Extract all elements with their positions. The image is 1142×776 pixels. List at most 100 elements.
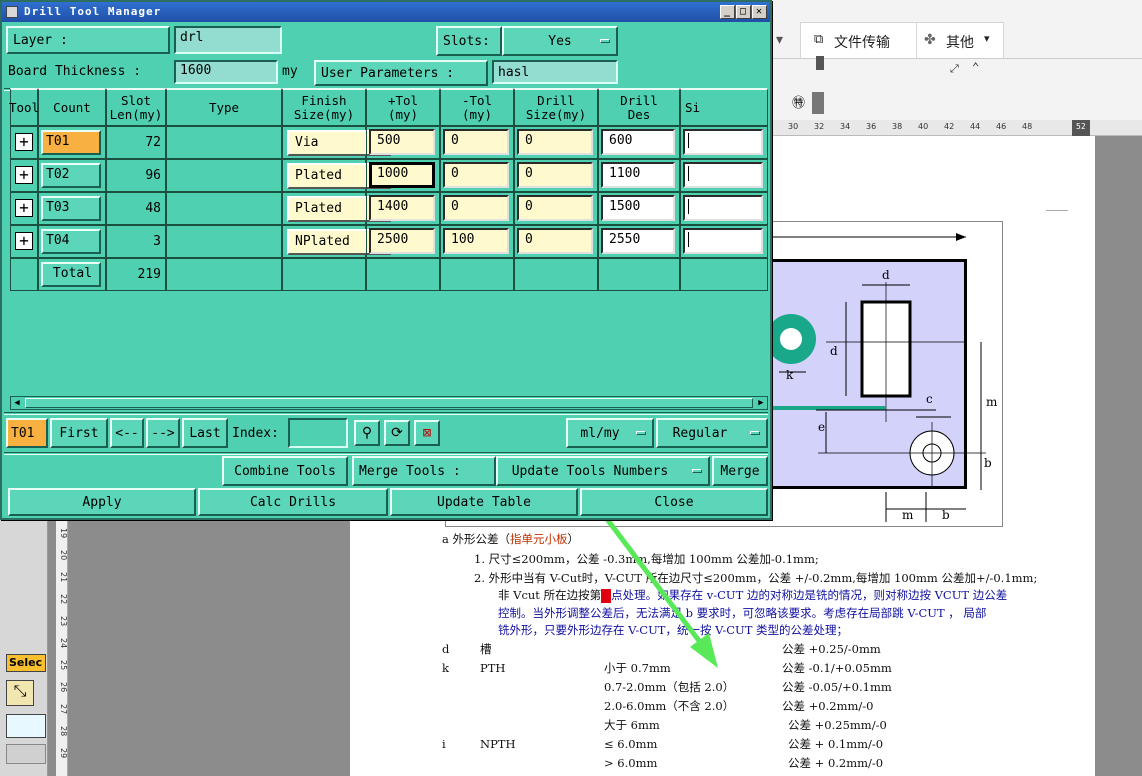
dropdown-arrow-icon[interactable]: [812, 92, 824, 114]
table-cell: T02: [38, 159, 106, 192]
resize-icon[interactable]: ⤡: [6, 680, 34, 706]
ptol-input[interactable]: 100: [443, 228, 509, 254]
horizontal-ruler[interactable]: 30 32 34 36 38 40 42 44 46 48 52: [770, 120, 1142, 136]
update-tools-numbers-dropdown[interactable]: Update Tools Numbers: [496, 456, 710, 486]
index-field[interactable]: [288, 418, 348, 448]
ntol-input[interactable]: 0: [517, 195, 593, 221]
units-dropdown[interactable]: ml/my: [566, 418, 654, 448]
expand-row-icon[interactable]: +: [15, 166, 33, 184]
drill-input[interactable]: 2550: [601, 228, 675, 254]
maximize-button[interactable]: □: [736, 5, 751, 19]
drill-input[interactable]: 1100: [601, 162, 675, 188]
dim-label: d: [830, 344, 838, 358]
table-cell: 0: [440, 192, 514, 225]
expand-row-icon[interactable]: +: [15, 133, 33, 151]
scroll-right-icon[interactable]: ▶: [755, 397, 767, 409]
current-tool-indicator: T01: [6, 418, 48, 448]
other-button[interactable]: 其他: [946, 32, 974, 52]
table-cell: Total: [38, 258, 106, 291]
ptol-input[interactable]: 0: [443, 129, 509, 155]
search-icon[interactable]: ⚲: [354, 420, 380, 446]
ntol-input[interactable]: 0: [517, 228, 593, 254]
merge-button[interactable]: Merge: [712, 456, 768, 486]
drill-input[interactable]: 600: [601, 129, 675, 155]
column-header[interactable]: -Tol (my): [440, 88, 514, 126]
chevron-down-icon[interactable]: ▾: [776, 32, 783, 48]
table-cell: 219: [106, 258, 166, 291]
first-button[interactable]: First: [50, 418, 108, 448]
ruler-tick: 29: [59, 748, 68, 759]
panel-button[interactable]: [6, 714, 46, 738]
des-input[interactable]: [683, 129, 763, 155]
table-cell: [166, 126, 282, 159]
apply-button[interactable]: Apply: [8, 488, 196, 516]
tool-button[interactable]: T02: [41, 163, 101, 188]
column-header[interactable]: Finish Size(my): [282, 88, 366, 126]
ptol-input[interactable]: 0: [443, 195, 509, 221]
scroll-thumb[interactable]: [25, 398, 753, 408]
combine-tools-button[interactable]: Combine Tools: [222, 456, 348, 486]
next-button[interactable]: -->: [146, 418, 180, 448]
table-cell: [680, 192, 768, 225]
column-header[interactable]: Tool: [9, 88, 39, 126]
file-transfer-button[interactable]: 文件传输: [834, 32, 890, 52]
finish-input[interactable]: 500: [369, 129, 435, 155]
ntol-input[interactable]: 0: [517, 129, 593, 155]
layer-label[interactable]: Layer :: [6, 26, 170, 54]
column-header[interactable]: +Tol (my): [366, 88, 440, 126]
column-header[interactable]: Si: [680, 88, 768, 126]
paragraph: 铣外形，只要外形边存在 V-CUT，统一按 V-CUT 类型的公差处理；: [498, 623, 849, 637]
column-header[interactable]: Count: [38, 88, 106, 126]
slots-dropdown[interactable]: Yes: [502, 26, 618, 56]
refresh-icon[interactable]: ⟳: [384, 420, 410, 446]
expand-row-icon[interactable]: +: [15, 232, 33, 250]
last-button[interactable]: Last: [182, 418, 228, 448]
finish-input[interactable]: 2500: [369, 228, 435, 254]
expand-icon[interactable]: ⤢: [950, 62, 959, 76]
update-table-button[interactable]: Update Table: [390, 488, 578, 516]
close-button[interactable]: Close: [580, 488, 768, 516]
vertical-ruler[interactable]: 17181920212223242526272829: [56, 480, 68, 776]
finish-input[interactable]: 1400: [369, 195, 435, 221]
minimize-button[interactable]: _: [720, 5, 735, 19]
des-input[interactable]: [683, 162, 763, 188]
column-header[interactable]: Slot Len(my): [106, 88, 166, 126]
column-header[interactable]: Type: [166, 88, 282, 126]
drill-input[interactable]: 1500: [601, 195, 675, 221]
horizontal-scrollbar[interactable]: ◀ ▶: [10, 396, 768, 410]
collapse-ribbon-icon[interactable]: ⌃: [972, 60, 979, 74]
chevron-down-icon[interactable]: ▾: [984, 32, 990, 45]
font-size-icon[interactable]: ㊕: [792, 92, 805, 111]
ntol-input[interactable]: 0: [517, 162, 593, 188]
des-input[interactable]: [683, 195, 763, 221]
column-header[interactable]: Drill Size(my): [514, 88, 598, 126]
select-tab[interactable]: Selec: [6, 654, 46, 672]
title-bar[interactable]: Drill Tool Manager _ □ ✕: [2, 2, 770, 22]
table-cell: [166, 159, 282, 192]
tolerance-name: NPTH: [480, 737, 516, 751]
table-cell: [680, 159, 768, 192]
delete-icon[interactable]: ⊠: [414, 420, 440, 446]
dropdown-arrow-icon[interactable]: [816, 56, 824, 70]
user-parameters-field[interactable]: hasl: [492, 60, 618, 84]
close-window-button[interactable]: ✕: [752, 5, 767, 19]
prev-button[interactable]: <--: [110, 418, 144, 448]
mode-dropdown[interactable]: Regular: [656, 418, 768, 448]
section-heading: a 外形公差（指单元小板）: [442, 532, 580, 546]
ptol-input[interactable]: 0: [443, 162, 509, 188]
tool-button[interactable]: T04: [41, 229, 101, 254]
user-parameters-button[interactable]: User Parameters :: [314, 60, 488, 86]
scroll-left-icon[interactable]: ◀: [11, 397, 23, 409]
ruler-tick: 40: [918, 122, 929, 131]
expand-row-icon[interactable]: +: [15, 199, 33, 217]
panel-button[interactable]: [6, 744, 46, 764]
tool-button[interactable]: T01: [41, 130, 101, 155]
board-thickness-field[interactable]: 1600: [174, 60, 278, 84]
tool-button[interactable]: T03: [41, 196, 101, 221]
table-cell: 96: [106, 159, 166, 192]
finish-input[interactable]: 1000: [369, 162, 435, 188]
des-input[interactable]: [683, 228, 763, 254]
layer-field[interactable]: drl: [174, 26, 282, 54]
calc-drills-button[interactable]: Calc Drills: [198, 488, 388, 516]
column-header[interactable]: Drill Des: [598, 88, 680, 126]
